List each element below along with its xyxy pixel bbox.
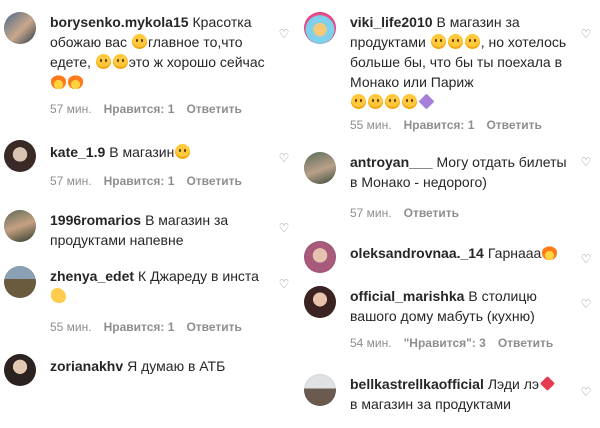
comment-body: borysenko.mykola15 Красотка обожаю вас гл…	[50, 12, 268, 92]
fire-emoji-icon	[51, 74, 66, 89]
reply-button[interactable]: Ответить	[486, 118, 541, 132]
likes-count[interactable]: Нравится: 1	[104, 174, 175, 188]
heart-outline-icon[interactable]: ♡	[278, 152, 290, 164]
avatar[interactable]	[4, 140, 36, 172]
comment-meta: 57 мин. Нравится: 1 Ответить	[50, 102, 254, 116]
comment-text: В магазин	[109, 144, 175, 160]
avatar[interactable]	[4, 210, 36, 242]
laughing-face-emoji-icon	[175, 144, 191, 159]
likes-count[interactable]: Нравится: 1	[404, 118, 475, 132]
comment-username[interactable]: antroyan___	[350, 154, 432, 170]
comments-column-right: viki_life2010 В магазин за продуктами , н…	[300, 0, 600, 428]
heart-outline-icon[interactable]: ♡	[278, 222, 290, 234]
comment-meta: 57 мин. Нравится: 1 Ответить	[50, 174, 254, 188]
avatar[interactable]	[304, 374, 336, 406]
comment-time: 54 мин.	[350, 336, 392, 350]
comment-text: в магазин за продуктами	[350, 396, 511, 412]
comment-text: К Джареду в инста	[138, 268, 259, 284]
heart-outline-icon[interactable]: ♡	[278, 28, 290, 40]
bouquet-emoji-icon	[542, 245, 558, 260]
reply-button[interactable]: Ответить	[186, 102, 241, 116]
likes-count[interactable]: Нравится: 1	[104, 320, 175, 334]
comment-username[interactable]: 1996romarios	[50, 212, 141, 228]
avatar[interactable]	[304, 152, 336, 184]
avatar[interactable]	[4, 266, 36, 298]
smiling-face-emoji-icon	[131, 34, 147, 49]
reply-button[interactable]: Ответить	[186, 174, 241, 188]
comment-body: antroyan___ Могу отдать билеты в Монако -…	[350, 152, 572, 192]
heart-outline-icon[interactable]: ♡	[580, 156, 592, 168]
comment-meta: 54 мин. "Нравится": 3 Ответить	[350, 336, 565, 350]
kissing-face-emoji-icon	[402, 94, 417, 109]
comment-username[interactable]: zhenya_edet	[50, 268, 134, 284]
comment-text: Я думаю в АТБ	[127, 358, 226, 374]
comments-column-left: borysenko.mykola15 Красотка обожаю вас гл…	[0, 0, 290, 428]
comment-body: bellkastrellkaofficial Лэди лэ в магазин …	[350, 374, 572, 414]
avatar[interactable]	[304, 12, 336, 44]
comment-body: kate_1.9 В магазин	[50, 142, 268, 162]
hearts-face-emoji-icon	[385, 94, 400, 109]
comment-meta: 57 мин. Ответить	[350, 206, 471, 220]
reply-button[interactable]: Ответить	[186, 320, 241, 334]
comment-time: 55 мин.	[350, 118, 392, 132]
fire-emoji-icon	[68, 74, 83, 89]
avatar[interactable]	[4, 12, 36, 44]
comment-meta: 55 мин. Нравится: 1 Ответить	[50, 320, 254, 334]
heart-outline-icon[interactable]: ♡	[580, 28, 592, 40]
comment-meta: 55 мин. Нравится: 1 Ответить	[350, 118, 554, 132]
comment-body: zorianakhv Я думаю в АТБ	[50, 356, 268, 376]
heart-outline-icon[interactable]: ♡	[580, 386, 592, 398]
comment-body: oleksandrovnaa._14 Гарнааа	[350, 243, 572, 263]
smiling-face-emoji-icon	[95, 54, 111, 69]
comment-username[interactable]: zorianakhv	[50, 358, 123, 374]
reply-button[interactable]: Ответить	[404, 206, 459, 220]
comment-body: zhenya_edet К Джареду в инста	[50, 266, 268, 306]
purple-heart-emoji-icon	[418, 93, 435, 110]
reply-button[interactable]: Ответить	[498, 336, 553, 350]
comment-time: 57 мин.	[50, 174, 92, 188]
comment-text: Гарнааа	[487, 245, 542, 261]
comment-body: viki_life2010 В магазин за продуктами , н…	[350, 12, 572, 112]
heart-outline-icon[interactable]: ♡	[278, 278, 290, 290]
comment-username[interactable]: bellkastrellkaofficial	[350, 376, 484, 392]
smiling-face-emoji-icon	[351, 94, 366, 109]
comment-username[interactable]: official_marishka	[350, 288, 464, 304]
comment-text: это ж хорошо сейчас	[128, 54, 265, 70]
smiling-face-emoji-icon	[112, 54, 128, 69]
avatar[interactable]	[4, 354, 36, 386]
comment-username[interactable]: viki_life2010	[350, 14, 433, 30]
grinning-face-emoji-icon	[464, 34, 480, 49]
likes-count[interactable]: "Нравится": 3	[404, 336, 486, 350]
comment-body: 1996romarios В магазин за продуктами напе…	[50, 210, 268, 250]
flexed-biceps-emoji-icon	[51, 288, 66, 303]
frowning-face-emoji-icon	[447, 34, 463, 49]
heart-eyes-emoji-icon	[368, 94, 383, 109]
red-heart-emoji-icon	[540, 376, 555, 391]
heart-outline-icon[interactable]: ♡	[580, 253, 592, 265]
avatar[interactable]	[304, 286, 336, 318]
comment-time: 57 мин.	[350, 206, 392, 220]
frowning-face-emoji-icon	[430, 34, 446, 49]
comment-username[interactable]: oleksandrovnaa._14	[350, 245, 484, 261]
comment-username[interactable]: kate_1.9	[50, 144, 105, 160]
comment-time: 57 мин.	[50, 102, 92, 116]
likes-count[interactable]: Нравится: 1	[104, 102, 175, 116]
heart-outline-icon[interactable]: ♡	[580, 298, 592, 310]
comment-time: 55 мин.	[50, 320, 92, 334]
avatar[interactable]	[304, 241, 336, 273]
comment-body: official_marishka В столицю вашого дому м…	[350, 286, 572, 326]
comment-text: Лэди лэ	[487, 376, 540, 392]
comment-username[interactable]: borysenko.mykola15	[50, 14, 189, 30]
